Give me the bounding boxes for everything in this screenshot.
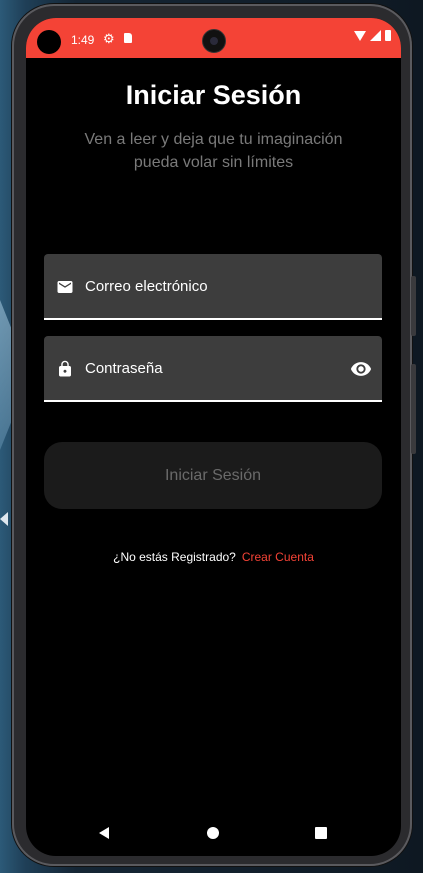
page-title: Iniciar Sesión	[125, 80, 302, 110]
signal-icon	[370, 30, 381, 41]
power-button[interactable]	[411, 276, 416, 336]
phone-screen: 1:49 ⚙ Iniciar Sesión Ven a leer y deja …	[26, 18, 401, 856]
login-button[interactable]: Iniciar Sesión	[44, 442, 382, 509]
collapse-arrow-icon[interactable]	[0, 512, 8, 526]
create-account-link[interactable]: Crear Cuenta	[242, 550, 314, 564]
status-icons	[354, 30, 391, 41]
sd-card-icon	[124, 33, 132, 43]
wifi-icon	[354, 30, 366, 41]
register-row: ¿No estás Registrado? Crear Cuenta	[26, 550, 401, 564]
camera-cutout	[37, 30, 61, 54]
eye-icon[interactable]	[350, 358, 372, 380]
volume-button[interactable]	[411, 364, 416, 454]
password-field[interactable]: Contraseña	[44, 336, 382, 402]
register-prompt: ¿No estás Registrado?	[113, 550, 236, 564]
email-field-label: Correo electrónico	[85, 278, 208, 295]
navigation-bar	[26, 818, 401, 848]
mail-icon	[57, 281, 73, 293]
battery-icon	[385, 30, 391, 41]
password-field-label: Contraseña	[85, 360, 163, 377]
page-subtitle: Ven a leer y deja que tu imaginación pue…	[84, 131, 343, 171]
status-time: 1:49	[71, 33, 95, 47]
recents-icon[interactable]	[315, 827, 327, 839]
status-bar: 1:49 ⚙	[26, 18, 401, 58]
gear-icon: ⚙	[103, 31, 115, 46]
email-field[interactable]: Correo electrónico	[44, 254, 382, 320]
back-icon[interactable]	[99, 827, 109, 839]
lock-icon	[59, 360, 71, 377]
front-camera	[202, 29, 226, 53]
home-icon[interactable]	[207, 827, 219, 839]
